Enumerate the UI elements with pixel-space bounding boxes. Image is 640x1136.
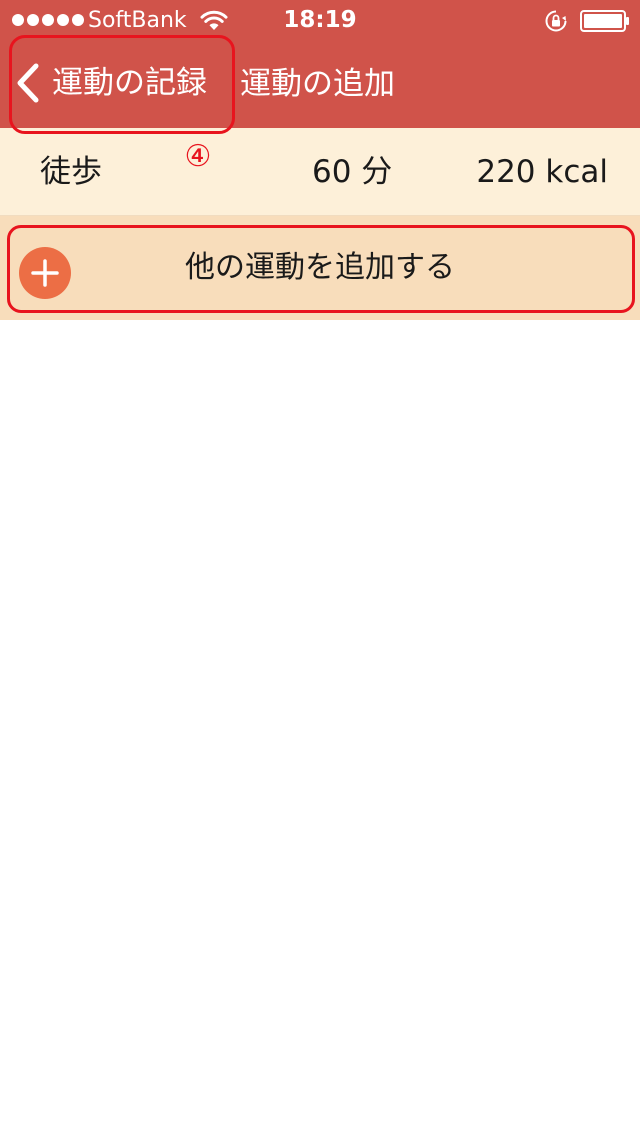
screen: SoftBank 18:19 運動の記録 運動の追加 徒歩 60 分 220 k… [0,0,640,1136]
exercise-duration: 60 分 [312,154,393,190]
status-bar: SoftBank 18:19 [0,0,640,40]
page-title: 運動の追加 [240,66,395,102]
exercise-calories: 220 kcal [476,154,608,190]
rotation-lock-icon [545,10,567,32]
exercise-row[interactable]: 徒歩 60 分 220 kcal [0,128,640,216]
annotation-marker: ④ [184,139,212,174]
exercise-name: 徒歩 [40,154,102,190]
annotation-box-add [7,225,635,313]
annotation-box-back [9,35,235,134]
battery-icon [580,10,629,32]
